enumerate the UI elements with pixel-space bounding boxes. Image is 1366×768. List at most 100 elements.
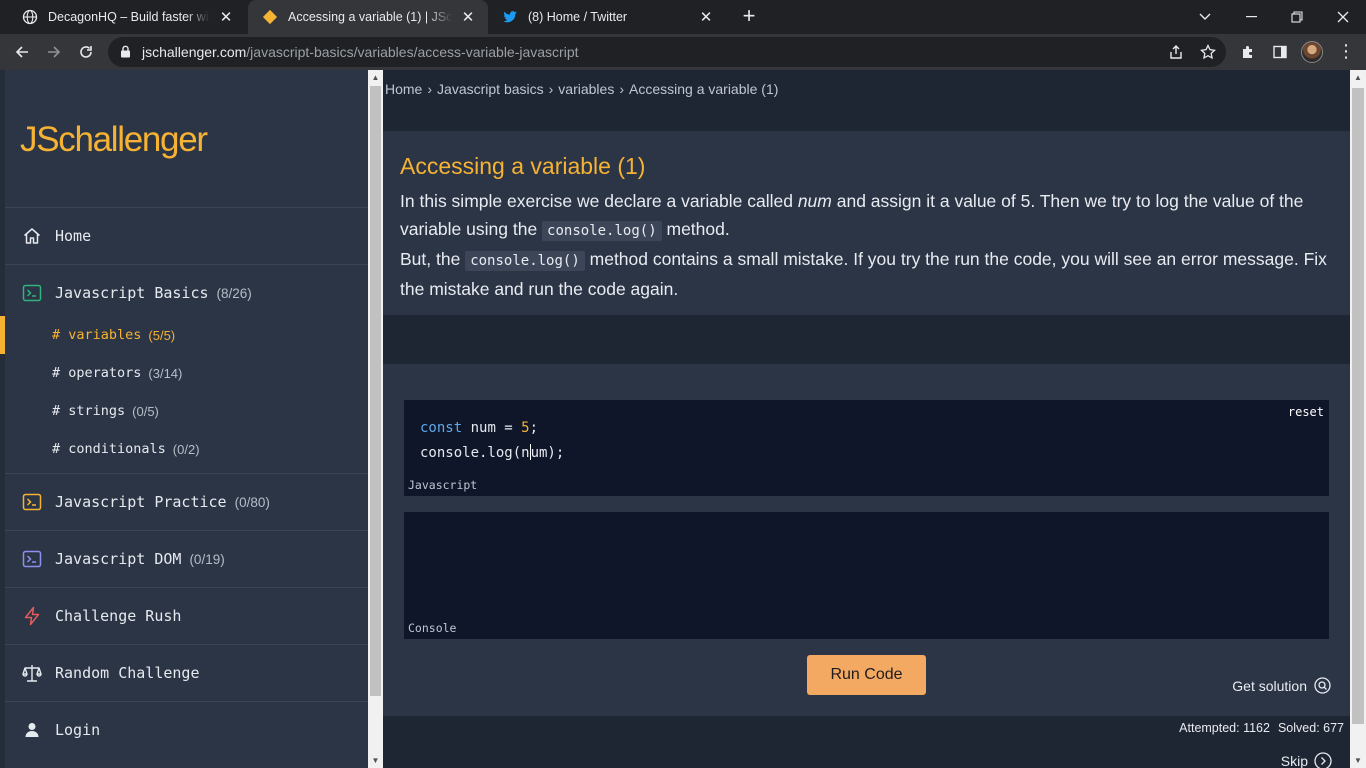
arrow-circle-icon (1314, 752, 1332, 768)
sidebar-item-label: Challenge Rush (55, 607, 182, 625)
tab-twitter[interactable]: (8) Home / Twitter ✕ (488, 0, 726, 34)
console-label: Console (408, 621, 457, 635)
chevron-right-icon: › (548, 81, 554, 97)
tab-title: (8) Home / Twitter (528, 10, 628, 24)
scroll-up-arrow-icon[interactable]: ▲ (368, 70, 383, 85)
url-host: jschallenger.com (142, 44, 247, 60)
restore-button[interactable] (1274, 0, 1320, 34)
subitem-label: # conditionals (52, 441, 166, 457)
editor-language-label: Javascript (408, 478, 478, 492)
scroll-down-arrow-icon[interactable]: ▼ (368, 753, 383, 768)
scroll-up-arrow-icon[interactable]: ▲ (1350, 70, 1366, 85)
back-arrow-icon[interactable] (8, 38, 36, 66)
page-viewport: JSchallenger Home Javascript Basics (8/2… (0, 70, 1366, 768)
scale-icon (21, 662, 43, 684)
console-output: Console (404, 512, 1329, 639)
home-icon (21, 225, 43, 247)
globe-icon (22, 9, 38, 25)
breadcrumb: Home › Javascript basics › variables › Accessi… (385, 81, 778, 97)
subitem-count: (3/14) (148, 365, 183, 381)
tab-title: Accessing a variable (1) | JSchallenger (288, 10, 452, 24)
sidebar-item-javascript-dom[interactable]: Javascript DOM (0/19) (5, 530, 368, 587)
breadcrumb-javascript-basics[interactable]: Javascript basics (437, 81, 544, 97)
breadcrumb-home[interactable]: Home (385, 81, 422, 97)
sidebar-scrollbar[interactable]: ▲ ▼ (368, 70, 383, 768)
code-line-1: const num = 5; (420, 420, 539, 436)
sidebar-item-javascript-practice[interactable]: Javascript Practice (0/80) (5, 473, 368, 530)
challenge-stats: Attempted: 1162 Solved: 677 (1179, 721, 1344, 735)
sidebar-subitem-conditionals[interactable]: # conditionals (0/2) (5, 430, 368, 468)
sidebar-item-label: Javascript Basics (55, 284, 209, 302)
sidebar-item-login[interactable]: Login (5, 701, 368, 758)
star-icon[interactable] (1196, 40, 1220, 64)
minimize-button[interactable] (1228, 0, 1274, 34)
code-line-2: console.log(num); (420, 444, 565, 461)
url-path: /javascript-basics/variables/access-vari… (246, 44, 579, 60)
variable-name: num (797, 191, 832, 211)
sidebar-item-label: Home (55, 227, 92, 245)
user-icon (21, 719, 43, 741)
subitem-label: # variables (52, 327, 142, 343)
skip-button[interactable]: Skip (1281, 752, 1332, 768)
extensions-icon[interactable] (1236, 40, 1260, 64)
tab-search-icon[interactable] (1182, 0, 1228, 34)
forward-arrow-icon[interactable] (40, 38, 68, 66)
inline-code: console.log() (542, 221, 662, 241)
new-tab-button[interactable]: + (737, 5, 761, 29)
sidebar-item-count: (0/19) (189, 551, 225, 567)
reload-icon[interactable] (72, 38, 100, 66)
sidebar-item-javascript-basics[interactable]: Javascript Basics (8/26) (5, 264, 368, 321)
scrollbar-thumb[interactable] (1352, 88, 1364, 724)
sidebar-item-label: Javascript DOM (55, 550, 182, 568)
sidebar-subitem-strings[interactable]: # strings (0/5) (5, 392, 368, 430)
profile-avatar[interactable] (1301, 41, 1323, 63)
breadcrumb-current: Accessing a variable (1) (629, 81, 779, 97)
subitem-count: (0/2) (172, 441, 200, 457)
code-editor[interactable]: reset const num = 5; console.log(num); J… (404, 400, 1329, 496)
main-content: Home › Javascript basics › variables › Accessi… (383, 70, 1350, 768)
get-solution-label: Get solution (1232, 677, 1307, 694)
lock-icon[interactable] (120, 45, 131, 63)
sidebar-item-challenge-rush[interactable]: Challenge Rush (5, 587, 368, 644)
run-code-button[interactable]: Run Code (807, 655, 926, 695)
close-window-button[interactable] (1320, 0, 1366, 34)
chevron-right-icon: › (427, 81, 433, 97)
share-icon[interactable] (1164, 40, 1188, 64)
sidebar-item-label: Login (55, 721, 101, 739)
sidebar-item-count: (0/80) (234, 494, 270, 510)
exercise-panel: reset const num = 5; console.log(num); J… (383, 364, 1350, 716)
chevron-right-icon: › (619, 81, 624, 97)
active-indicator (0, 316, 5, 354)
tab-decagon[interactable]: DecagonHQ – Build faster with vc ✕ (8, 0, 246, 34)
scroll-down-arrow-icon[interactable]: ▼ (1350, 753, 1366, 768)
close-icon[interactable]: ✕ (460, 9, 476, 26)
reset-button[interactable]: reset (1288, 405, 1324, 419)
sidebar-subitem-variables[interactable]: # variables (5/5) (0, 316, 368, 354)
jschallenger-logo[interactable]: JSchallenger (20, 120, 208, 160)
close-icon[interactable]: ✕ (698, 9, 714, 26)
sidebar-subitem-operators[interactable]: # operators (3/14) (5, 354, 368, 392)
address-bar[interactable]: jschallenger.com/javascript-basics/varia… (108, 37, 1226, 67)
inline-code: console.log() (465, 251, 585, 271)
sidebar-item-label: Random Challenge (55, 664, 200, 682)
twitter-icon (502, 9, 518, 25)
page-title: Accessing a variable (1) (400, 153, 646, 179)
more-menu-icon[interactable]: ⋮ (1334, 40, 1358, 64)
close-icon[interactable]: ✕ (218, 9, 234, 26)
terminal-icon (21, 548, 43, 570)
scrollbar-thumb[interactable] (370, 86, 381, 696)
url-text: jschallenger.com/javascript-basics/varia… (142, 44, 579, 60)
sidebar-item-random-challenge[interactable]: Random Challenge (5, 644, 368, 701)
tab-title: DecagonHQ – Build faster with vc (48, 10, 210, 24)
side-panel-icon[interactable] (1268, 40, 1292, 64)
breadcrumb-variables[interactable]: variables (558, 81, 614, 97)
sidebar-item-home[interactable]: Home (5, 207, 368, 264)
tab-jschallenger[interactable]: Accessing a variable (1) | JSchallenger … (248, 0, 488, 34)
attempted-count: Attempted: 1162 (1179, 721, 1270, 735)
page-scrollbar[interactable]: ▲ ▼ (1350, 70, 1366, 768)
sidebar: JSchallenger Home Javascript Basics (8/2… (0, 70, 368, 768)
search-circle-icon (1314, 677, 1331, 694)
get-solution-button[interactable]: Get solution (1232, 677, 1331, 694)
browser-toolbar: jschallenger.com/javascript-basics/varia… (0, 34, 1366, 70)
subitem-count: (5/5) (148, 327, 176, 343)
